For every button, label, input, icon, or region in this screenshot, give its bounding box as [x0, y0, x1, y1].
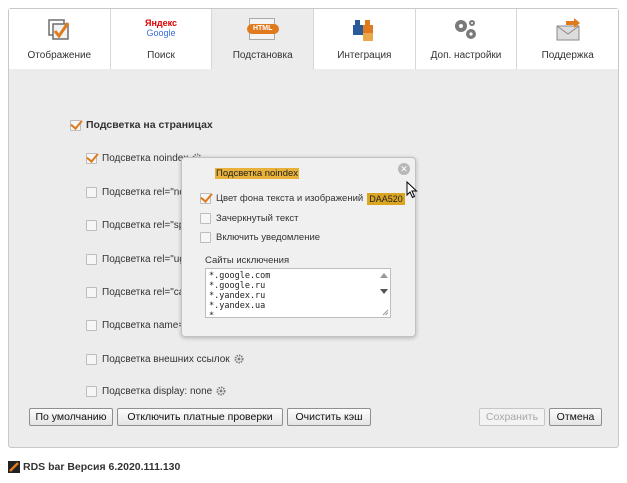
rel-ugc-label: Подсветка rel="ugc	[102, 253, 190, 265]
exception-line: *.google.ru	[209, 281, 266, 291]
tab-integration[interactable]: Интеграция	[314, 9, 416, 69]
notification-checkbox[interactable]	[200, 232, 211, 243]
exceptions-textarea[interactable]: *.google.com *.google.ru *.yandex.ru *.y…	[205, 268, 391, 318]
popup-option-bg-color[interactable]: Цвет фона текста и изображений DAA520	[200, 192, 405, 205]
highlight-pages-option[interactable]: Подсветка на страницах	[70, 118, 213, 132]
save-button[interactable]: Сохранить	[479, 408, 545, 426]
scroll-up-arrow-icon[interactable]	[380, 273, 388, 278]
color-value-badge[interactable]: DAA520	[367, 192, 405, 205]
version-text: RDS bar Версия 6.2020.111.130	[23, 461, 181, 473]
html-tag-icon: HTML	[246, 17, 279, 41]
exceptions-label: Сайты исключения	[205, 255, 290, 266]
exception-line: *.yandex.ru	[209, 291, 266, 301]
noindex-checkbox[interactable]	[86, 152, 97, 164]
rel-nofollow-checkbox[interactable]	[86, 186, 97, 198]
exception-line: *.	[209, 311, 390, 315]
noindex-settings-popup: Подсветка noindex ✕ Цвет фона текста и и…	[181, 157, 416, 337]
scroll-down-arrow-icon[interactable]	[380, 289, 388, 294]
tab-display[interactable]: Отображение	[9, 9, 111, 69]
external-links-checkbox[interactable]	[86, 353, 97, 365]
notification-label: Включить уведомление	[216, 232, 321, 243]
rel-ugc-checkbox[interactable]	[86, 253, 97, 265]
tab-search[interactable]: Яндекс Google Поиск	[110, 9, 213, 69]
tab-display-label: Отображение	[27, 50, 92, 61]
name-robots-label: Подсветка name="r	[102, 319, 192, 331]
gears-icon	[455, 20, 477, 39]
defaults-button[interactable]: По умолчанию	[29, 408, 113, 426]
popup-title: Подсветка noindex	[215, 168, 300, 179]
option-name-robots[interactable]: Подсветка name="r	[86, 318, 191, 332]
display-none-label: Подсветка display: none	[102, 385, 213, 397]
external-links-label: Подсветка внешних ссылок	[102, 353, 230, 365]
cancel-button[interactable]: Отмена	[549, 408, 602, 426]
display-checkbox-icon	[48, 19, 70, 40]
close-icon[interactable]: ✕	[398, 163, 410, 175]
rel-sponsored-label: Подсветка rel="spo	[102, 219, 190, 231]
option-rel-canonical[interactable]: Подсветка rel="can	[86, 285, 190, 299]
bg-color-checkbox[interactable]	[200, 193, 211, 204]
rel-canonical-label: Подсветка rel="can	[102, 286, 190, 298]
strikethrough-label: Зачеркнутый текст	[216, 213, 299, 224]
tab-search-label: Поиск	[147, 50, 175, 61]
envelope-icon	[556, 18, 580, 41]
google-logo-text: Google	[146, 28, 176, 38]
gear-icon[interactable]	[216, 386, 226, 396]
tab-support[interactable]: Поддержка	[517, 9, 619, 69]
yandex-google-logo-icon: Яндекс Google	[141, 18, 181, 44]
option-external-links[interactable]: Подсветка внешних ссылок	[86, 352, 244, 366]
yandex-logo-text: Яндекс	[144, 18, 177, 28]
substitution-panel: Подсветка на страницах Подсветка noindex…	[9, 70, 618, 410]
bg-color-label: Цвет фона текста и изображений	[216, 193, 364, 204]
tab-substitution[interactable]: HTML Подстановка	[212, 9, 315, 70]
highlight-pages-checkbox[interactable]	[70, 119, 81, 131]
rds-logo-icon	[8, 461, 20, 473]
puzzle-blocks-icon	[353, 20, 374, 41]
rel-sponsored-checkbox[interactable]	[86, 219, 97, 231]
highlight-pages-label: Подсветка на страницах	[86, 119, 213, 131]
tab-bar: Отображение Яндекс Google Поиск HTML Под…	[9, 9, 619, 70]
noindex-label: Подсветка noindex	[102, 152, 189, 164]
disable-paid-checks-button[interactable]: Отключить платные проверки	[117, 408, 283, 426]
tab-extra-settings-label: Доп. настройки	[430, 50, 502, 61]
clear-cache-button[interactable]: Очистить кэш	[287, 408, 371, 426]
tab-substitution-label: Подстановка	[232, 50, 293, 61]
name-robots-checkbox[interactable]	[86, 319, 97, 331]
strikethrough-checkbox[interactable]	[200, 213, 211, 224]
exception-line: *.google.com	[209, 271, 271, 281]
tab-integration-label: Интеграция	[337, 50, 392, 61]
rel-nofollow-label: Подсветка rel="nof	[102, 186, 188, 198]
popup-option-strikethrough[interactable]: Зачеркнутый текст	[200, 212, 299, 225]
option-rel-nofollow[interactable]: Подсветка rel="nof	[86, 185, 188, 199]
option-display-none[interactable]: Подсветка display: none	[86, 384, 226, 398]
exception-line: *.yandex.ua	[209, 301, 266, 311]
settings-window: Отображение Яндекс Google Поиск HTML Под…	[8, 8, 619, 448]
option-rel-sponsored[interactable]: Подсветка rel="spo	[86, 218, 190, 232]
tab-extra-settings[interactable]: Доп. настройки	[415, 9, 518, 69]
tab-support-label: Поддержка	[541, 50, 594, 61]
rel-canonical-checkbox[interactable]	[86, 286, 97, 298]
popup-option-notification[interactable]: Включить уведомление	[200, 231, 320, 244]
mouse-cursor-icon	[406, 181, 418, 199]
gear-icon[interactable]	[234, 354, 244, 364]
option-rel-ugc[interactable]: Подсветка rel="ugc	[86, 252, 190, 266]
resize-grip-icon[interactable]	[382, 309, 389, 316]
display-none-checkbox[interactable]	[86, 385, 97, 397]
version-footer: RDS bar Версия 6.2020.111.130	[8, 461, 180, 473]
html-badge: HTML	[246, 24, 279, 34]
